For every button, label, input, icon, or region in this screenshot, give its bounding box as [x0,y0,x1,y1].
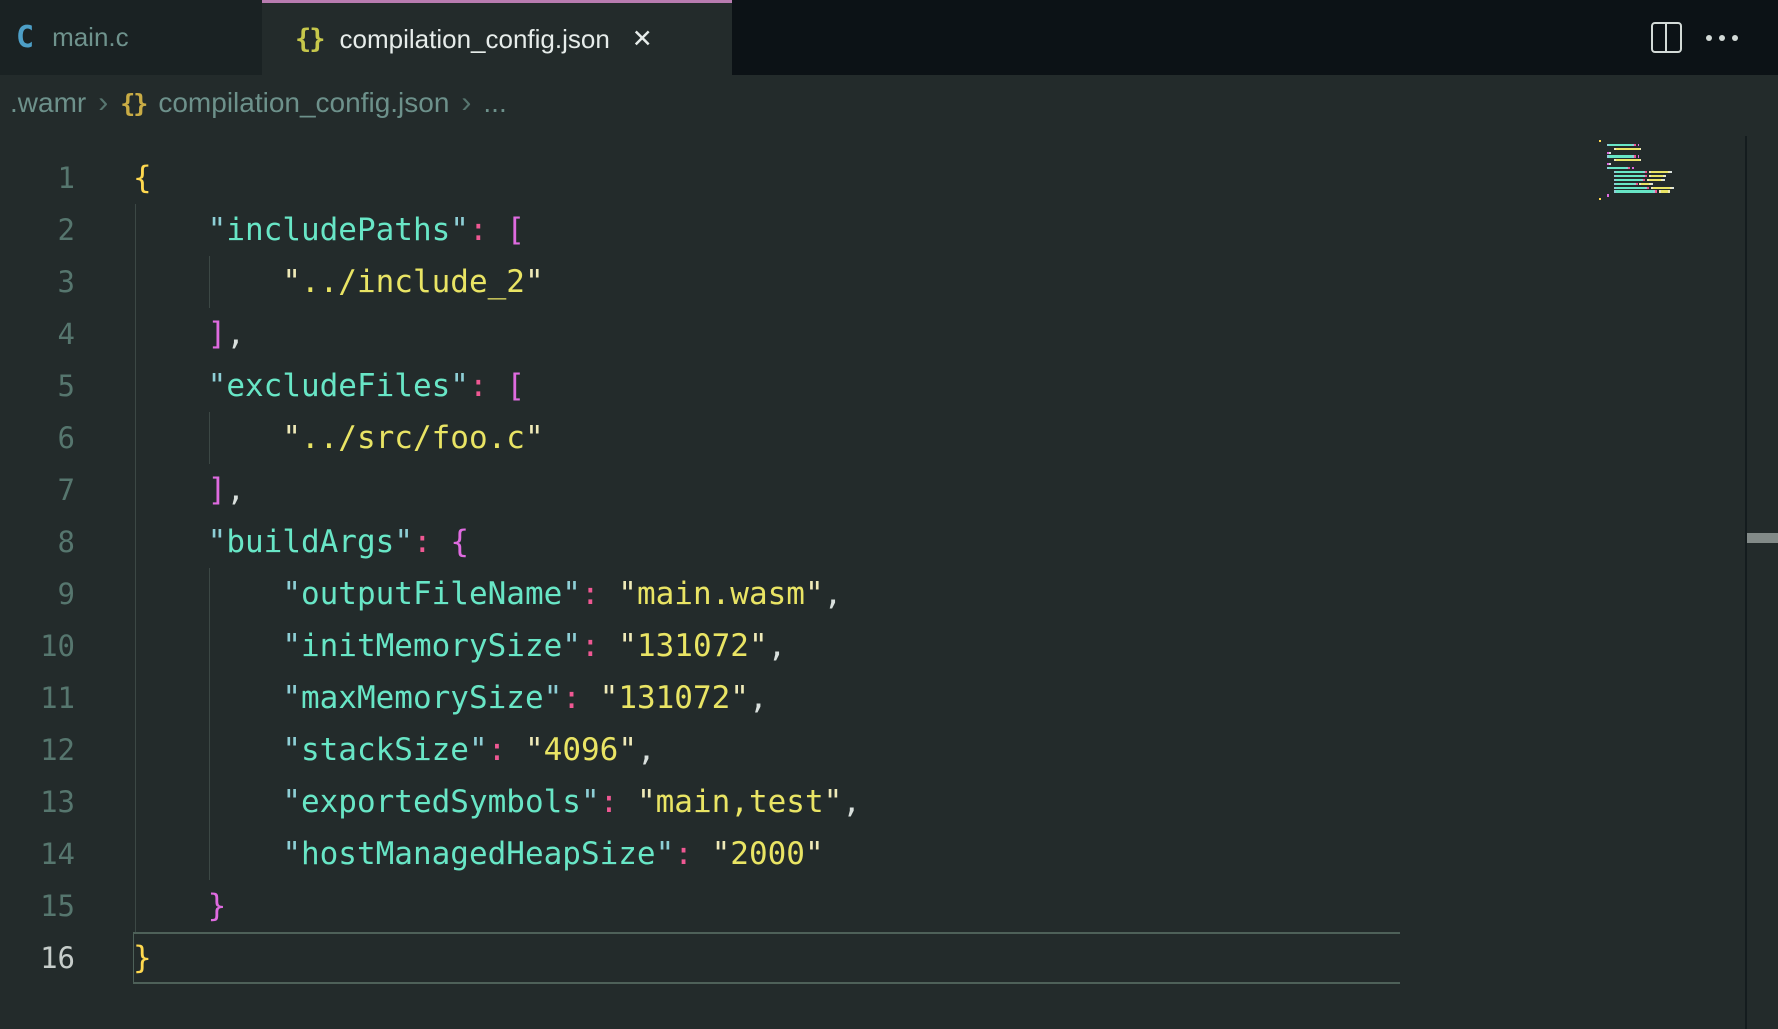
code-line[interactable]: 16} [0,932,861,984]
code-line[interactable]: 10 "initMemorySize": "131072", [0,620,861,672]
line-content: "includePaths": [ [133,204,525,256]
line-number[interactable]: 16 [0,932,75,984]
line-number[interactable]: 7 [0,464,75,516]
editor-actions [1651,0,1778,75]
code-lines: 1{2 "includePaths": [3 "../include_2"4 ]… [0,152,861,984]
line-content: "stackSize": "4096", [133,724,656,776]
overview-ruler-cursor-marker [1747,533,1778,543]
code-line[interactable]: 11 "maxMemorySize": "131072", [0,672,861,724]
line-number[interactable]: 9 [0,568,75,620]
line-content: ], [133,308,245,360]
line-content: "../include_2" [133,256,544,308]
line-number[interactable]: 12 [0,724,75,776]
code-line[interactable]: 9 "outputFileName": "main.wasm", [0,568,861,620]
line-number[interactable]: 5 [0,360,75,412]
code-line[interactable]: 13 "exportedSymbols": "main,test", [0,776,861,828]
chevron-right-icon: › [461,86,471,120]
line-number[interactable]: 14 [0,828,75,880]
breadcrumb-item-file[interactable]: compilation_config.json [158,87,449,119]
code-line[interactable]: 3 "../include_2" [0,256,861,308]
code-line[interactable]: 7 ], [0,464,861,516]
code-line[interactable]: 12 "stackSize": "4096", [0,724,861,776]
line-content: "outputFileName": "main.wasm", [133,568,842,620]
line-number[interactable]: 3 [0,256,75,308]
line-content: "buildArgs": { [133,516,469,568]
vscode-editor-window: C main.c {} compilation_config.json ✕ .w… [0,0,1778,1029]
line-number[interactable]: 10 [0,620,75,672]
line-content: { [133,152,152,204]
code-line[interactable]: 5 "excludeFiles": [ [0,360,861,412]
code-editor[interactable]: 1{2 "includePaths": [3 "../include_2"4 ]… [0,131,1778,1029]
c-file-icon: C [16,20,34,55]
minimap-divider [1745,136,1747,1029]
code-line[interactable]: 15 } [0,880,861,932]
line-content: "excludeFiles": [ [133,360,525,412]
line-content: "initMemorySize": "131072", [133,620,786,672]
split-editor-icon[interactable] [1651,22,1682,53]
code-line[interactable]: 1{ [0,152,861,204]
line-content: } [133,880,226,932]
breadcrumb: .wamr › {} compilation_config.json › ... [0,75,1778,131]
line-number[interactable]: 8 [0,516,75,568]
line-content: "maxMemorySize": "131072", [133,672,768,724]
line-number[interactable]: 13 [0,776,75,828]
code-line[interactable]: 8 "buildArgs": { [0,516,861,568]
code-line[interactable]: 2 "includePaths": [ [0,204,861,256]
chevron-right-icon: › [98,86,108,120]
tab-label: compilation_config.json [340,24,610,55]
line-number[interactable]: 11 [0,672,75,724]
line-content: "exportedSymbols": "main,test", [133,776,861,828]
line-number[interactable]: 1 [0,152,75,204]
tab-main-c[interactable]: C main.c [0,0,262,75]
more-actions-icon[interactable] [1706,35,1738,41]
code-line[interactable]: 6 "../src/foo.c" [0,412,861,464]
line-content: "hostManagedHeapSize": "2000" [133,828,824,880]
breadcrumb-item-wamr[interactable]: .wamr [10,87,86,119]
breadcrumb-item-symbol[interactable]: ... [483,87,506,119]
line-number[interactable]: 6 [0,412,75,464]
line-number[interactable]: 15 [0,880,75,932]
line-content: "../src/foo.c" [133,412,544,464]
code-line[interactable]: 14 "hostManagedHeapSize": "2000" [0,828,861,880]
line-content: ], [133,464,245,516]
json-file-icon: {} [120,89,146,118]
editor-tab-bar: C main.c {} compilation_config.json ✕ [0,0,1778,75]
minimap[interactable] [1599,139,1745,201]
line-number[interactable]: 2 [0,204,75,256]
tab-compilation-config-json[interactable]: {} compilation_config.json ✕ [262,0,732,75]
line-number[interactable]: 4 [0,308,75,360]
json-file-icon: {} [295,24,324,55]
line-content: } [133,932,152,984]
code-line[interactable]: 4 ], [0,308,861,360]
minimap-line [1599,197,1745,201]
tab-label: main.c [52,22,129,53]
close-icon[interactable]: ✕ [632,24,653,54]
